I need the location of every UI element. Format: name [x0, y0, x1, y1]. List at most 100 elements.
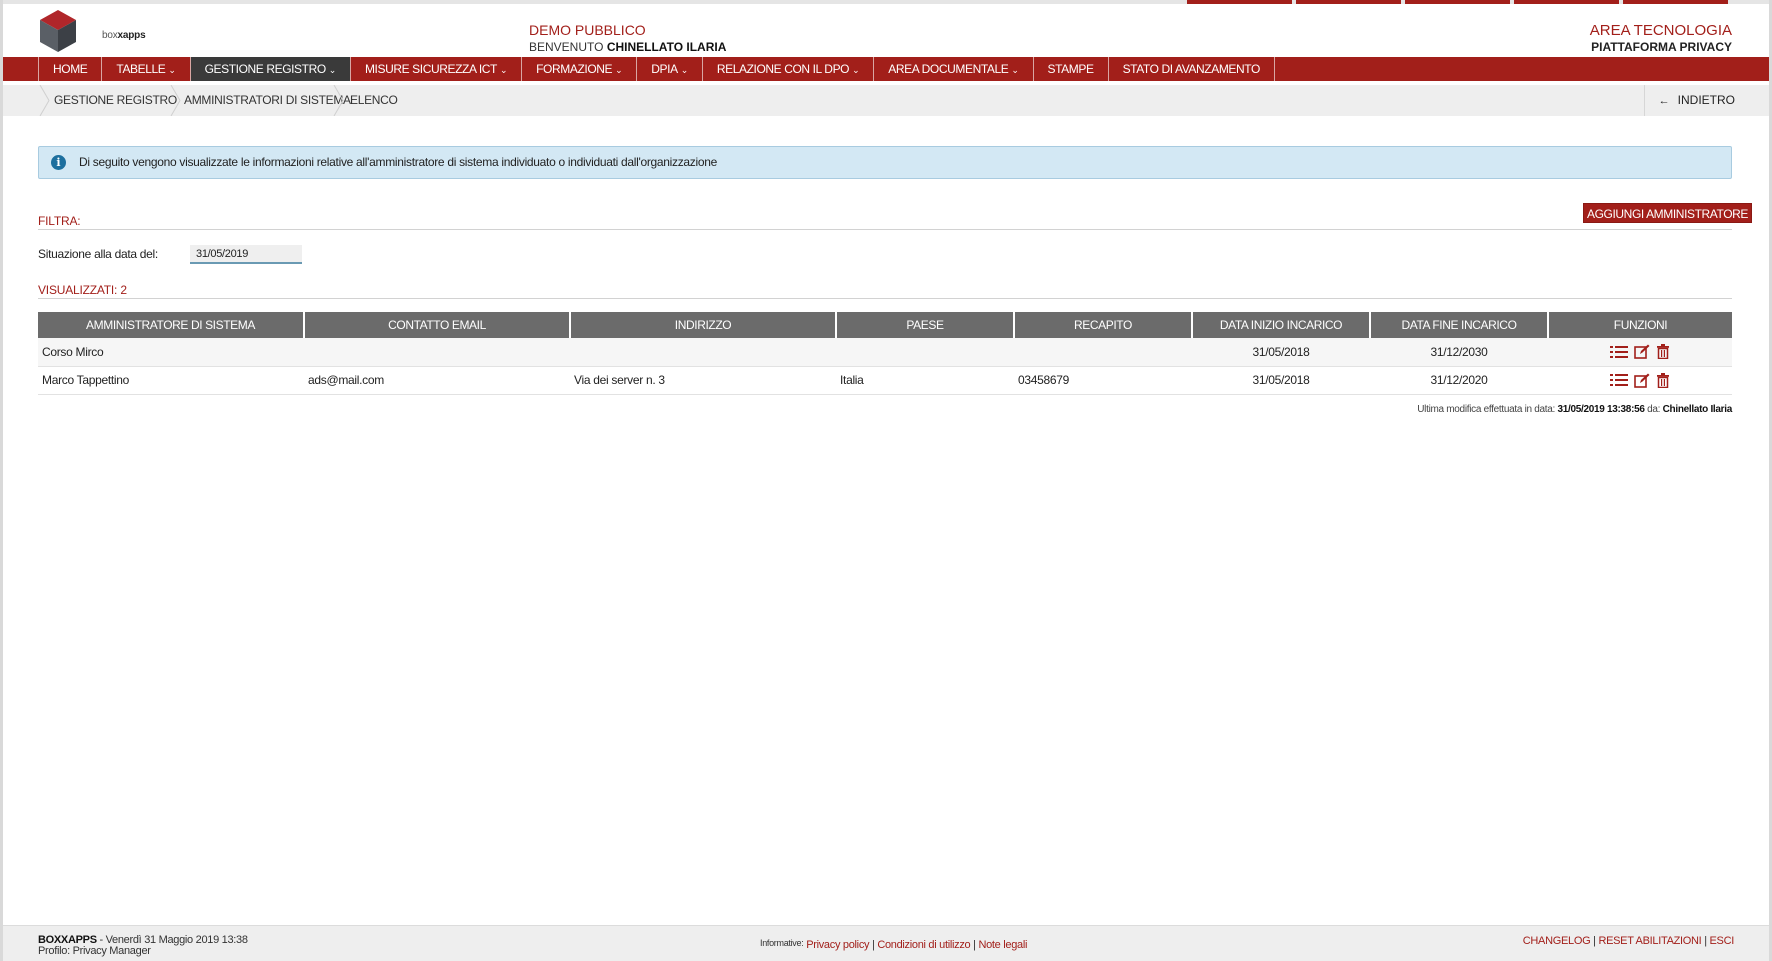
cell-phone: 03458679	[1014, 366, 1192, 395]
footer-info: BOXXAPPS - Venerdì 31 Maggio 2019 13:38 …	[38, 935, 248, 957]
footer-profile: Profilo: Privacy Manager	[38, 945, 151, 957]
info-alert: i Di seguito vengono visualizzate le inf…	[38, 146, 1732, 179]
table-header-row: AMMINISTRATORE DI SISTEMA CONTATTO EMAIL…	[38, 312, 1732, 338]
edit-icon[interactable]	[1634, 344, 1650, 360]
reset-permissions-link[interactable]: RESET ABILITAZIONI	[1598, 935, 1701, 947]
column-header[interactable]: INDIRIZZO	[570, 312, 837, 338]
back-label: INDIETRO	[1677, 93, 1735, 107]
nav-item-label: MISURE SICUREZZA ICT	[364, 62, 497, 76]
cell-start-date: 31/05/2018	[1192, 366, 1370, 395]
cell-start-date: 31/05/2018	[1192, 338, 1370, 367]
breadcrumb-item-gestione-registro[interactable]: GESTIONE REGISTRO	[54, 85, 177, 116]
welcome-user: CHINELLATO ILARIA	[606, 40, 727, 54]
cell-functions	[1548, 366, 1732, 395]
cell-end-date: 31/12/2030	[1370, 338, 1548, 367]
platform-title: PIATTAFORMA PRIVACY	[1591, 40, 1732, 54]
results-divider	[38, 298, 1732, 299]
footer-informative: Informative: Privacy policy | Condizioni…	[760, 938, 1028, 951]
nav-item-label: GESTIONE REGISTRO	[204, 62, 327, 76]
column-header[interactable]: PAESE	[836, 312, 1015, 338]
nav-item-formazione[interactable]: FORMAZIONE ⌄	[522, 57, 638, 81]
breadcrumb-separator-icon	[333, 85, 344, 116]
nav-item-label: TABELLE	[116, 62, 166, 76]
cell-country	[836, 338, 1014, 367]
delete-icon[interactable]	[1656, 372, 1670, 388]
column-header[interactable]: AMMINISTRATORE DI SISTEMA	[38, 312, 305, 338]
footer-actions: CHANGELOG | RESET ABILITAZIONI | ESCI	[1522, 935, 1735, 947]
cell-email: ads@mail.com	[304, 366, 570, 395]
nav-item-stampe[interactable]: STAMPE	[1034, 57, 1109, 81]
nav-item-misure-sicurezza-ict[interactable]: MISURE SICUREZZA ICT ⌄	[351, 57, 523, 81]
info-text: Di seguito vengono visualizzate le infor…	[79, 155, 717, 169]
date-filter-label: Situazione alla data del:	[38, 247, 158, 261]
app-footer: BOXXAPPS - Venerdì 31 Maggio 2019 13:38 …	[3, 925, 1769, 961]
arrow-left-icon: ←	[1658, 95, 1670, 107]
breadcrumb-item-amministratori[interactable]: AMMINISTRATORI DI SISTEMA	[184, 85, 351, 116]
cell-functions	[1548, 338, 1732, 367]
privacy-policy-link[interactable]: Privacy policy	[806, 939, 869, 951]
boxxapps-logo[interactable]: boxxapps	[38, 8, 146, 58]
nav-item-tabelle[interactable]: TABELLE ⌄	[102, 57, 191, 81]
nav-item-label: STAMPE	[1047, 62, 1094, 76]
frame-left-border	[0, 0, 3, 961]
column-header[interactable]: DATA FINE INCARICO	[1370, 312, 1549, 338]
app-header: boxxapps DEMO PUBBLICO BENVENUTO CHINELL…	[0, 4, 1772, 56]
breadcrumb-item-elenco: ELENCO	[350, 93, 398, 107]
logout-link[interactable]: ESCI	[1710, 935, 1735, 947]
cell-email	[304, 338, 570, 367]
cube-logo-icon	[40, 10, 76, 52]
nav-item-area-documentale[interactable]: AREA DOCUMENTALE ⌄	[874, 57, 1034, 81]
delete-icon[interactable]	[1656, 344, 1670, 360]
filter-title: FILTRA:	[38, 214, 81, 228]
header-right: AREA TECNOLOGIA PIATTAFORMA PRIVACY	[1590, 22, 1732, 55]
cell-name: Marco Tappettino	[38, 366, 304, 395]
cell-country: Italia	[836, 366, 1014, 395]
list-detail-icon[interactable]	[1610, 345, 1628, 359]
table-row[interactable]: Marco Tappettino ads@mail.com Via dei se…	[38, 366, 1732, 395]
cell-phone	[1014, 338, 1192, 367]
terms-of-use-link[interactable]: Condizioni di utilizzo	[877, 939, 970, 951]
date-filter-input[interactable]	[190, 245, 302, 264]
edit-icon[interactable]	[1634, 373, 1650, 388]
cell-end-date: 31/12/2020	[1370, 366, 1548, 395]
info-icon: i	[51, 155, 66, 170]
nav-item-label: FORMAZIONE	[536, 62, 613, 76]
nav-item-home[interactable]: HOME	[38, 57, 103, 81]
nav-menu: HOME TABELLE ⌄ GESTIONE REGISTRO ⌄ MISURE SIC…	[38, 57, 1275, 81]
column-header[interactable]: DATA INIZIO INCARICO	[1192, 312, 1371, 338]
nav-item-relazione-con-il-dpo[interactable]: RELAZIONE CON IL DPO ⌄	[703, 57, 875, 81]
cell-address: Via dei server n. 3	[570, 366, 836, 395]
last-modified-user: Chinellato Ilaria	[1662, 404, 1733, 415]
chevron-down-icon: ⌄	[168, 65, 176, 75]
legal-notes-link[interactable]: Note legali	[978, 939, 1027, 951]
column-header: FUNZIONI	[1548, 312, 1732, 338]
nav-item-label: AREA DOCUMENTALE	[888, 62, 1009, 76]
area-title[interactable]: AREA TECNOLOGIA	[1590, 22, 1732, 40]
last-modified-note: Ultima modifica effettuata in data: 31/0…	[1417, 404, 1732, 415]
chevron-down-icon: ⌄	[852, 65, 860, 75]
nav-item-gestione-registro[interactable]: GESTIONE REGISTRO ⌄	[190, 57, 351, 81]
logo-text: boxxapps	[102, 30, 146, 41]
table-row[interactable]: Corso Mirco 31/05/2018 31/12/2030	[38, 338, 1732, 367]
breadcrumb-bar: GESTIONE REGISTRO AMMINISTRATORI DI SIST…	[3, 85, 1769, 116]
nav-item-dpia[interactable]: DPIA ⌄	[637, 57, 703, 81]
cell-name: Corso Mirco	[38, 338, 304, 367]
column-header[interactable]: RECAPITO	[1014, 312, 1193, 338]
welcome-text: BENVENUTO CHINELLATO ILARIA	[529, 40, 727, 54]
add-administrator-button[interactable]: AGGIUNGI AMMINISTRATORE	[1583, 203, 1753, 223]
results-count: VISUALIZZATI: 2	[38, 283, 127, 297]
chevron-down-icon: ⌄	[499, 65, 508, 75]
main-navbar: HOME TABELLE ⌄ GESTIONE REGISTRO ⌄ MISURE SIC…	[3, 57, 1769, 81]
list-detail-icon[interactable]	[1610, 373, 1628, 387]
nav-item-label: STATO DI AVANZAMENTO	[1122, 62, 1261, 76]
back-button[interactable]: ← INDIETRO	[1643, 85, 1735, 116]
administrators-table: AMMINISTRATORE DI SISTEMA CONTATTO EMAIL…	[38, 312, 1732, 395]
breadcrumb-separator-icon	[170, 85, 181, 116]
last-modified-datetime: 31/05/2019 13:38:56	[1557, 404, 1645, 415]
chevron-down-icon: ⌄	[615, 65, 623, 75]
column-header[interactable]: CONTATTO EMAIL	[304, 312, 571, 338]
breadcrumb-separator-icon	[39, 85, 50, 116]
nav-item-stato-di-avanzamento[interactable]: STATO DI AVANZAMENTO	[1109, 57, 1275, 81]
changelog-link[interactable]: CHANGELOG	[1523, 935, 1591, 947]
chevron-down-icon: ⌄	[328, 65, 337, 75]
